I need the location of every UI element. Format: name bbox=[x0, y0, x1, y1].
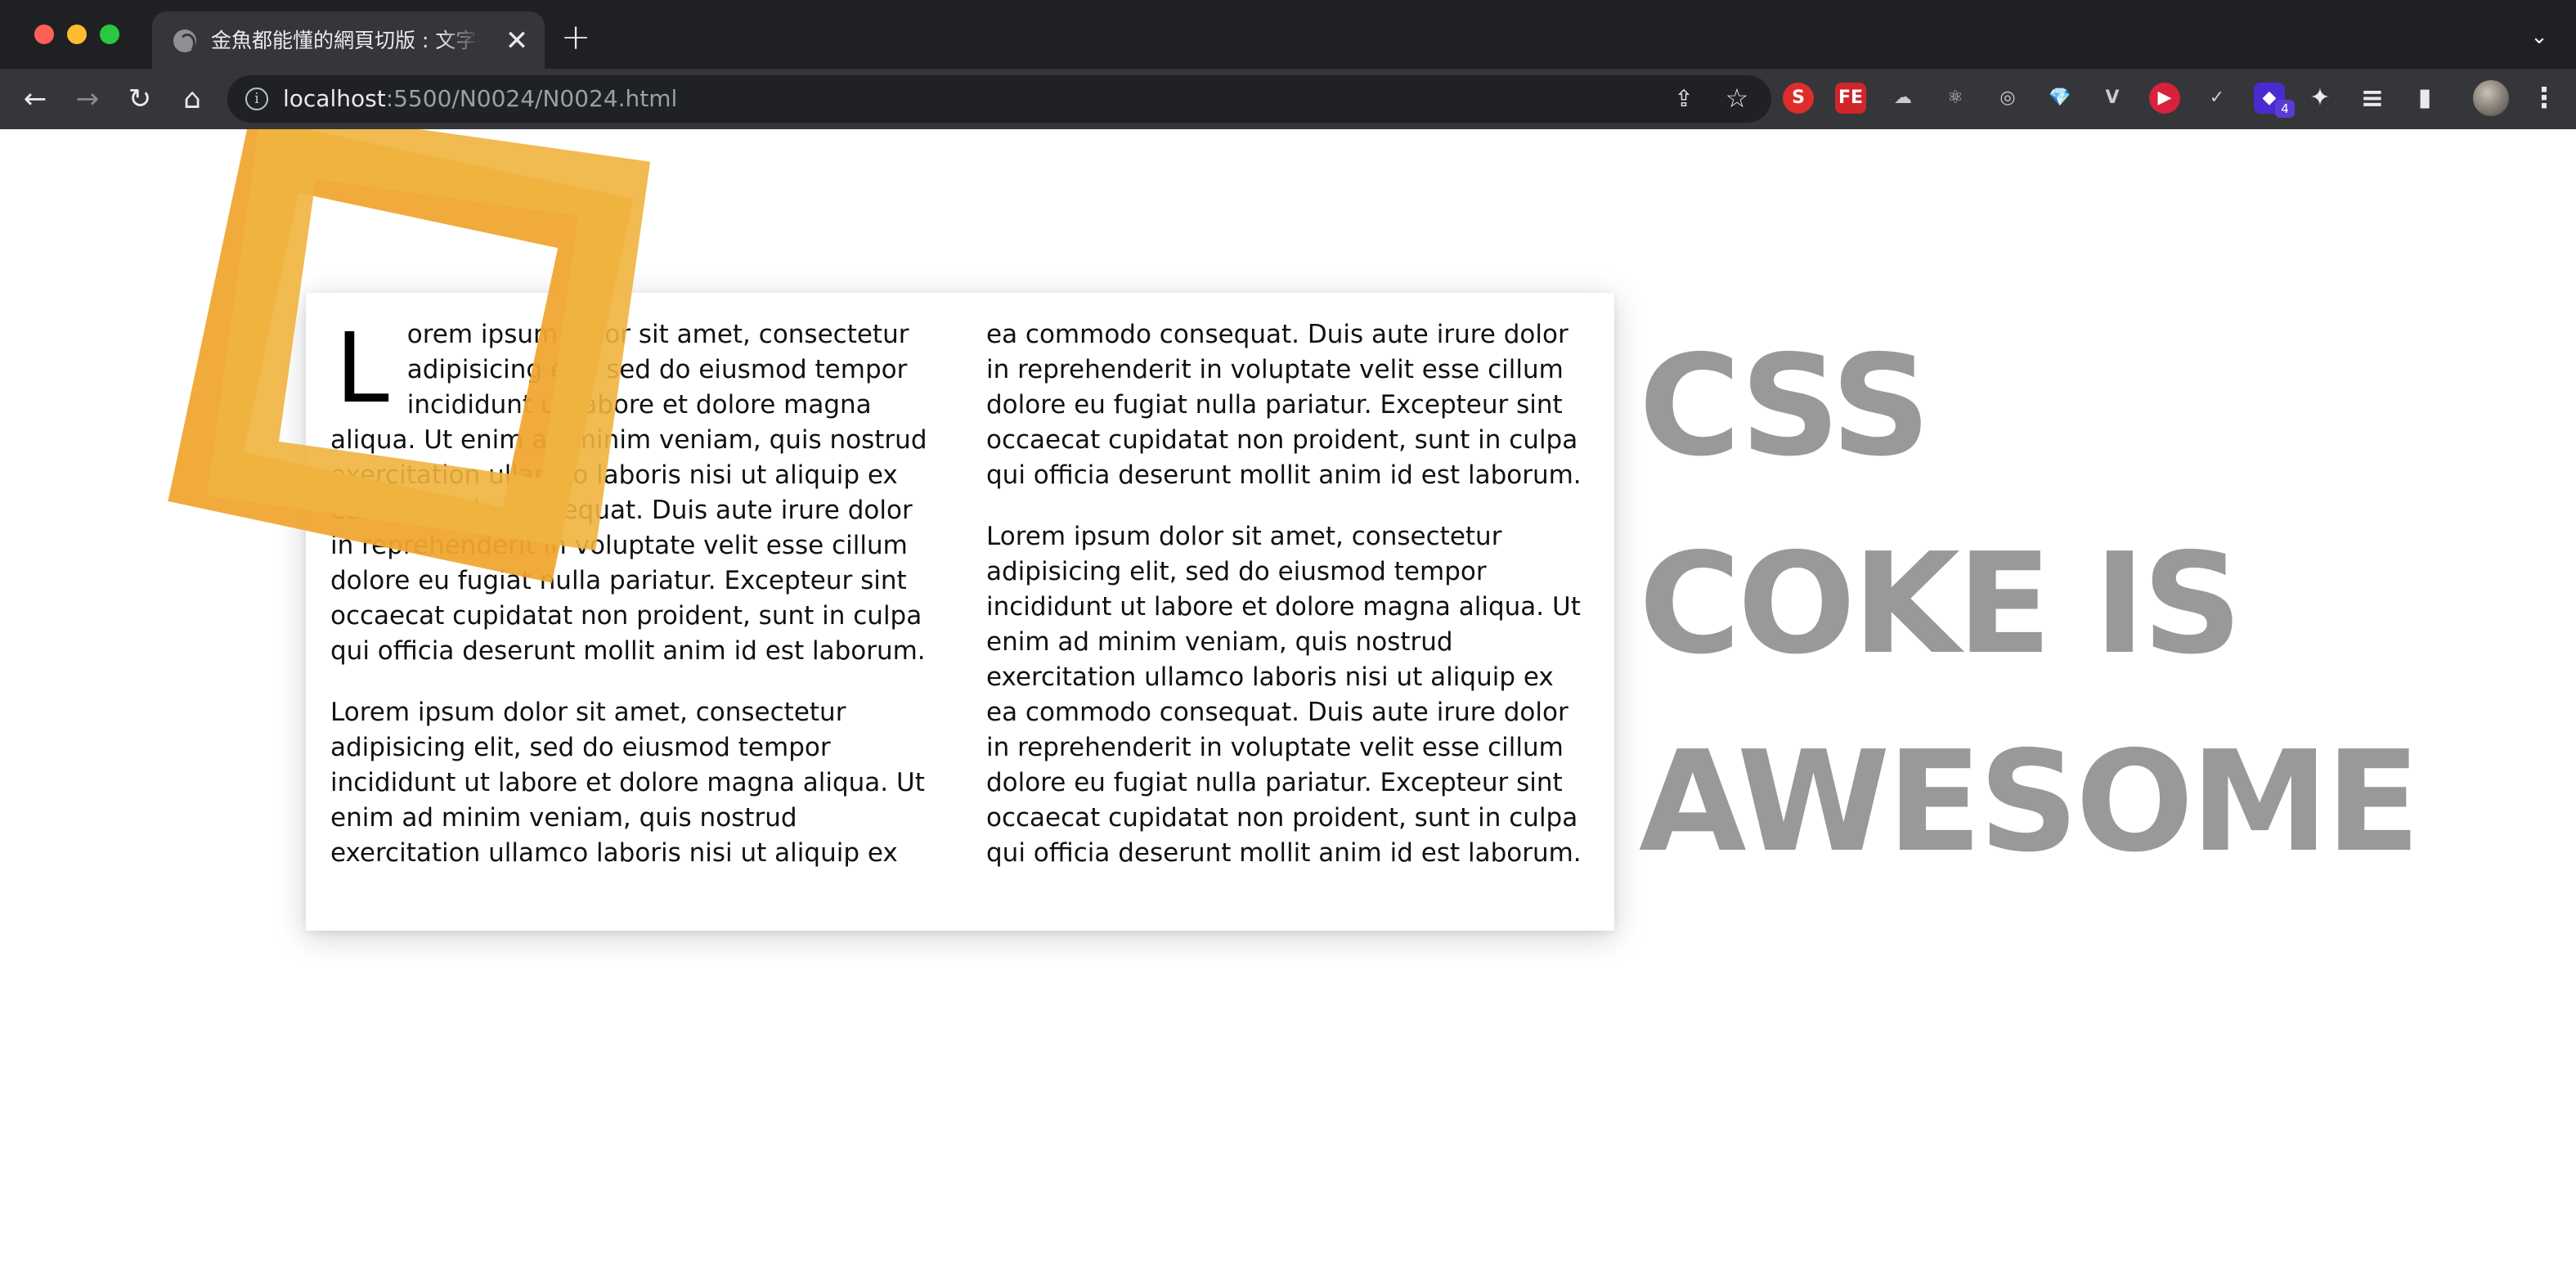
reload-button[interactable]: ↻ bbox=[123, 82, 157, 116]
paragraph-3: Lorem ipsum dolor sit amet, consectetur … bbox=[986, 522, 1582, 868]
new-tab-button[interactable]: + bbox=[559, 20, 592, 56]
home-button[interactable]: ⌂ bbox=[175, 82, 209, 116]
url-text[interactable]: localhost:5500/N0024/N0024.html bbox=[283, 75, 677, 123]
puzzle-extensions-icon[interactable]: ✦ bbox=[2304, 83, 2336, 114]
url-host: localhost bbox=[283, 85, 386, 112]
headline: CSS COKE IS AWESOME bbox=[1639, 308, 2538, 901]
page-viewport: Lorem ipsum dolor sit amet, consectetur … bbox=[0, 129, 2576, 1284]
paragraph-1-text: orem ipsum dolor sit amet, consectetur a… bbox=[330, 320, 927, 666]
vue-extension-icon[interactable]: V bbox=[2097, 83, 2128, 114]
globe-icon bbox=[173, 29, 196, 53]
two-column-text: Lorem ipsum dolor sit amet, consectetur … bbox=[330, 317, 1590, 906]
headline-line-3: AWESOME bbox=[1639, 721, 2421, 883]
play-extension-icon[interactable]: ▶ bbox=[2149, 83, 2180, 114]
cloud-extension-icon[interactable]: ☁ bbox=[1887, 83, 1919, 114]
minimize-window-button[interactable] bbox=[67, 25, 87, 44]
address-bar[interactable]: i localhost:5500/N0024/N0024.html ⇪ ☆ bbox=[227, 75, 1771, 123]
paragraph-1: Lorem ipsum dolor sit amet, consectetur … bbox=[330, 317, 934, 669]
close-tab-icon[interactable]: ✕ bbox=[502, 26, 532, 56]
close-window-button[interactable] bbox=[34, 25, 54, 44]
profile-avatar[interactable] bbox=[2473, 80, 2509, 116]
site-info-icon[interactable]: i bbox=[245, 88, 268, 110]
browser-toolbar: ← → ↻ ⌂ i localhost:5500/N0024/N0024.htm… bbox=[0, 69, 2576, 129]
s-extension-icon[interactable]: S bbox=[1783, 83, 1814, 114]
back-button[interactable]: ← bbox=[18, 82, 52, 116]
headline-line-1: CSS bbox=[1639, 325, 1931, 487]
tab-title: 金魚都能懂的網頁切版 : 文字排版 bbox=[211, 29, 481, 52]
bookmark-star-icon[interactable]: ☆ bbox=[1722, 83, 1752, 113]
target-extension-icon[interactable]: ◎ bbox=[1992, 83, 2023, 114]
side-panel-icon[interactable]: ▮ bbox=[2409, 83, 2440, 114]
reading-list-icon[interactable]: ≡ bbox=[2357, 83, 2388, 114]
check-extension-icon[interactable]: ✓ bbox=[2201, 83, 2233, 114]
forward-button[interactable]: → bbox=[70, 82, 105, 116]
article-card: Lorem ipsum dolor sit amet, consectetur … bbox=[306, 293, 1614, 931]
extension-badge: 4 bbox=[2275, 100, 2295, 118]
browser-tab-strip: 金魚都能懂的網頁切版 : 文字排版 ✕ + ⌄ bbox=[0, 0, 2576, 69]
tab-search-button[interactable]: ⌄ bbox=[2527, 25, 2551, 49]
maximize-window-button[interactable] bbox=[100, 25, 119, 44]
fe-extension-icon[interactable]: FE bbox=[1835, 83, 1866, 114]
gem-extension-icon[interactable]: 💎 bbox=[2044, 83, 2076, 114]
drop-cap: L bbox=[335, 312, 389, 424]
headline-line-2: COKE IS bbox=[1639, 523, 2242, 685]
react-extension-icon[interactable]: ⚛ bbox=[1940, 83, 1971, 114]
browser-menu-icon[interactable]: ⋮ bbox=[2530, 82, 2558, 114]
active-tab[interactable]: 金魚都能懂的網頁切版 : 文字排版 ✕ bbox=[152, 11, 545, 69]
share-icon[interactable]: ⇪ bbox=[1670, 85, 1698, 113]
url-path: :5500/N0024/N0024.html bbox=[385, 85, 678, 112]
